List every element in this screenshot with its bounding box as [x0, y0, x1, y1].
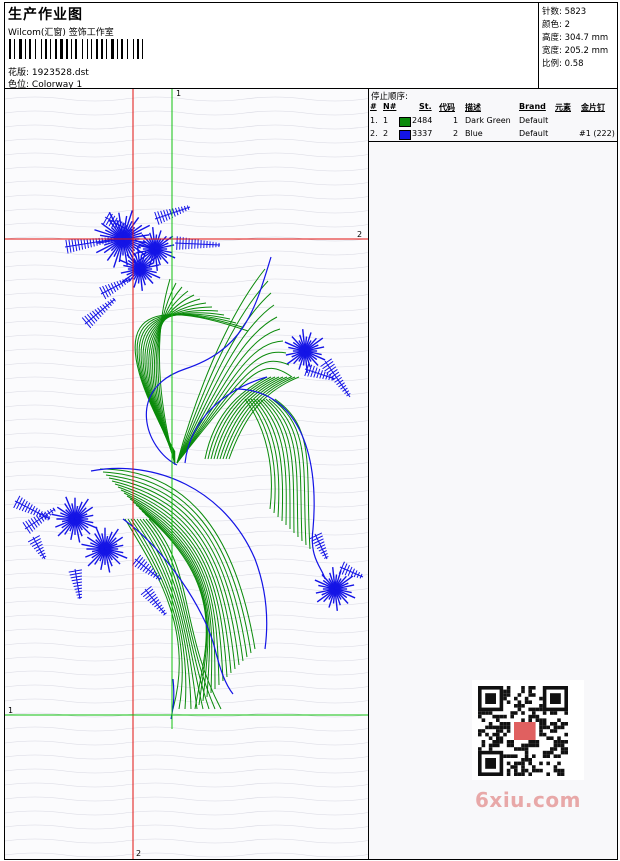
row-code: 2: [453, 129, 459, 138]
col-header-needle: N#: [383, 102, 397, 111]
row-description: Dark Green: [465, 116, 511, 125]
watermark: 6xiu.com: [475, 788, 581, 812]
row-index: 1.: [370, 116, 378, 125]
stat-colors: 颜色: 2: [542, 20, 570, 30]
color-swatch: [399, 117, 411, 127]
row-index: 2.: [370, 129, 378, 138]
col-header-code: 代码: [439, 103, 455, 112]
header-info: 生产作业图 Wilcom(汇窗) 签饰工作室 花版: 1923528.dst 色…: [5, 3, 538, 90]
col-header-brand: Brand: [519, 102, 546, 111]
row-description: Blue: [465, 129, 483, 138]
col-header-description: 描述: [465, 103, 481, 112]
col-header-sequin: 金片钉: [581, 103, 605, 112]
stop-sequence-title: 停止顺序:: [371, 92, 408, 102]
row-stitches: 3337: [412, 129, 433, 138]
stats-panel: 针数: 5823 颜色: 2 高度: 304.7 mm 宽度: 205.2 mm…: [538, 3, 618, 88]
stat-width: 宽度: 205.2 mm: [542, 46, 609, 56]
row-code: 1: [453, 116, 459, 125]
stat-height: 高度: 304.7 mm: [542, 33, 609, 43]
stat-stitches: 针数: 5823: [542, 7, 587, 17]
page-title: 生产作业图: [8, 7, 83, 23]
guide-label-top: 1: [176, 89, 182, 98]
studio-subtitle: Wilcom(汇窗) 签饰工作室: [8, 28, 114, 38]
qr-logo: [514, 722, 536, 740]
design-canvas[interactable]: 1 2 1 2: [4, 88, 369, 860]
row-brand: Default: [519, 129, 549, 138]
row-needle: 1: [383, 116, 389, 125]
guide-label-bottom: 2: [136, 849, 142, 858]
col-header-element: 元素: [555, 103, 571, 112]
divider: [369, 141, 617, 142]
col-header-stitches: St.: [419, 102, 432, 111]
row-needle: 2: [383, 129, 389, 138]
stat-scale: 比例: 0.58: [542, 59, 584, 69]
col-header-index: #: [370, 102, 377, 111]
row-stitches: 2484: [412, 116, 433, 125]
embroidery-preview: [5, 89, 368, 859]
table-row[interactable]: 1. 1 2484 1 Dark Green Default: [369, 116, 617, 128]
guide-label-left: 1: [8, 706, 14, 715]
table-row[interactable]: 2. 2 3337 2 Blue Default #1 (222): [369, 129, 617, 141]
stop-sequence-headers: # N# St. 代码 描述 Brand 元素 金片钉: [369, 102, 617, 114]
row-brand: Default: [519, 116, 549, 125]
guide-label-right: 2: [357, 230, 363, 239]
header-panel: 生产作业图 Wilcom(汇窗) 签饰工作室 花版: 1923528.dst 色…: [4, 2, 618, 90]
barcode: [9, 39, 143, 59]
color-swatch: [399, 130, 411, 140]
row-element: #1 (222): [579, 129, 615, 138]
qr-code[interactable]: [472, 680, 584, 780]
